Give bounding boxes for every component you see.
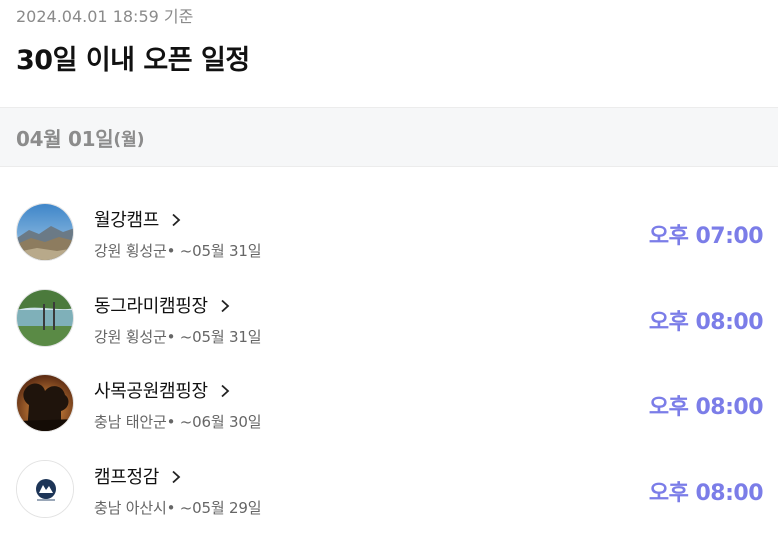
date-label: 04월 01일 — [16, 126, 114, 151]
chevron-right-icon[interactable] — [218, 298, 232, 312]
campsite-name[interactable]: 동그라미캠핑장 — [94, 292, 208, 318]
campsite-location: 충남 태안군• ~06월 30일 — [94, 413, 262, 431]
open-time: 오후 08:00 — [648, 395, 764, 420]
list-item[interactable]: 캠프정감 충남 아산시• ~05월 29일 오후 08:00 — [0, 447, 778, 533]
list-item[interactable]: 사목공원캠핑장 충남 태안군• ~06월 30일 오후 08:00 — [0, 361, 778, 447]
list-item[interactable]: 동그라미캠핑장 강원 횡성군• ~05월 31일 오후 08:00 — [0, 276, 778, 362]
list-item[interactable]: 월강캠프 강원 횡성군• ~05월 31일 오후 07:00 — [0, 190, 778, 276]
page-title: 30일 이내 오픈 일정 — [16, 45, 250, 76]
schedule-list: 월강캠프 강원 횡성군• ~05월 31일 오후 07:00 동그라미캠핑장 강… — [0, 190, 778, 532]
updated-timestamp: 2024.04.01 18:59 기준 — [16, 7, 194, 26]
chevron-right-icon[interactable] — [169, 469, 183, 483]
chevron-right-icon[interactable] — [218, 383, 232, 398]
campsite-thumbnail[interactable] — [16, 459, 74, 518]
page-header: 2024.04.01 18:59 기준 30일 이내 오픈 일정 — [0, 0, 778, 104]
campsite-location: 충남 아산시• ~05월 29일 — [94, 498, 262, 517]
campsite-location: 강원 횡성군• ~05월 31일 — [94, 242, 262, 260]
campsite-thumbnail[interactable] — [16, 288, 74, 347]
campsite-name[interactable]: 사목공원캠핑장 — [94, 377, 208, 403]
open-time: 오후 07:00 — [648, 224, 764, 249]
open-time: 오후 08:00 — [648, 480, 764, 506]
weekday-label: (월) — [113, 129, 145, 150]
campsite-location: 강원 횡성군• ~05월 31일 — [94, 327, 262, 346]
chevron-right-icon[interactable] — [169, 212, 183, 227]
campsite-thumbnail[interactable] — [16, 374, 74, 432]
campsite-name[interactable]: 캠프정감 — [94, 463, 159, 489]
open-time: 오후 08:00 — [648, 309, 764, 335]
campsite-thumbnail[interactable] — [16, 203, 74, 261]
campsite-name[interactable]: 월강캠프 — [94, 206, 159, 232]
date-section-header: 04월 01일 (월) — [0, 107, 778, 167]
